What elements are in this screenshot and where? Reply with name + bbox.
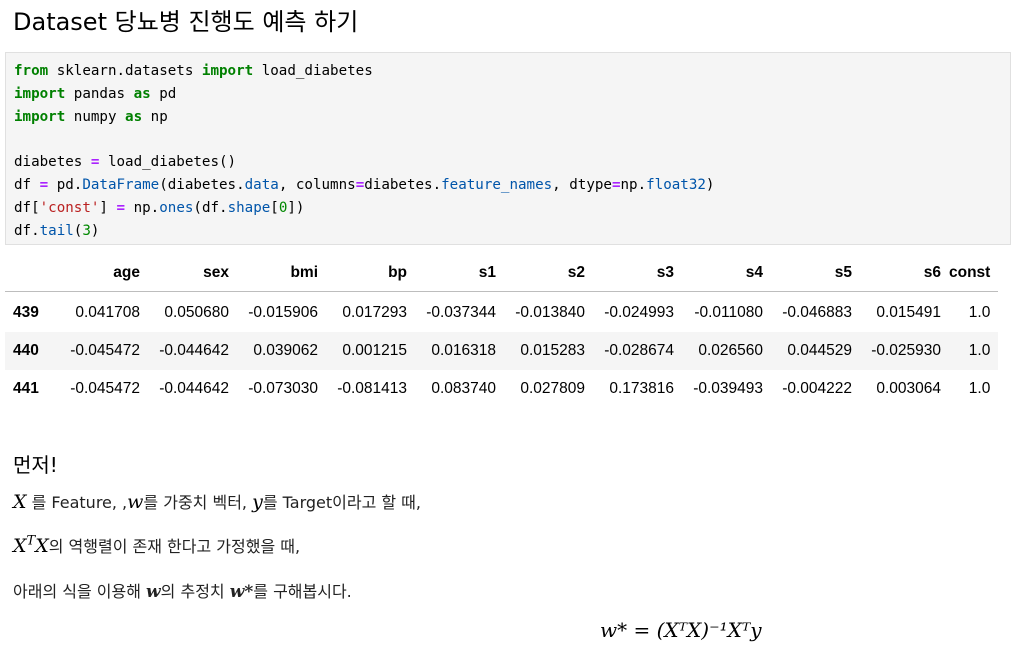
code-line: df['const'] = np.ones(df.shape[0]) [14,199,305,216]
table-cell: -0.081413 [337,380,407,397]
table-header-row: age sex bmi bp s1 s2 s3 s4 s5 s6 const [5,254,999,292]
row-index: 440 [13,342,39,359]
table-row: 440 -0.045472 -0.044642 0.039062 0.00121… [5,332,999,370]
table-cell: 0.173816 [609,380,674,397]
table-cell: 0.083740 [431,380,496,397]
table-cell: 0.050680 [164,304,229,321]
table-cell: 1.0 [968,342,991,359]
table-cell: 0.027809 [520,380,585,397]
table-cell: -0.044642 [159,342,229,359]
table-cell: 0.015283 [520,342,585,359]
text-span: 를 Target이라고 할 때, [262,493,421,512]
column-header: s1 [415,254,504,292]
markdown-line: XTX의 역행렬이 존재 한다고 가정했을 때, [13,533,300,557]
column-header: const [949,254,999,292]
table-cell: 0.017293 [342,304,407,321]
text-span: 의 역행렬이 존재 한다고 가정했을 때, [48,537,301,556]
math-x: X [35,535,49,557]
table-cell: 0.015491 [876,304,941,321]
index-header [5,254,58,292]
text-span: 를 Feature, , [26,493,128,512]
table-cell: -0.025930 [871,342,941,359]
table-cell: 0.039062 [253,342,318,359]
column-header: bp [326,254,415,292]
column-header: age [58,254,148,292]
math-wstar: w* [230,582,254,602]
math-w: w [146,582,161,602]
table-cell: -0.044642 [159,380,229,397]
math-star: * [244,582,254,602]
table-cell: -0.073030 [248,380,318,397]
math-y: y [252,491,263,513]
table-cell: -0.037344 [426,304,496,321]
table-cell: -0.011080 [694,304,763,321]
code-line: import pandas as pd [14,85,177,102]
row-index: 439 [13,304,39,321]
table-cell: 0.001215 [342,342,407,359]
markdown-title: 먼저! [13,453,58,477]
table-cell: -0.045472 [70,342,140,359]
math-w: w [229,582,245,602]
math-x: X [13,535,27,557]
table-cell: 0.044529 [787,342,852,359]
math-sup: T [26,533,36,549]
dataframe-output: age sex bmi bp s1 s2 s3 s4 s5 s6 const 4… [5,254,999,408]
text-span: 의 추정치 [160,582,230,601]
text-span: 아래의 식을 이용해 [13,582,147,601]
table-cell: -0.046883 [782,304,852,321]
table-cell: 1.0 [968,304,991,321]
markdown-line: X 를 Feature, ,w를 가중치 벡터, y를 Target이라고 할 … [13,489,421,513]
column-header: s3 [593,254,682,292]
table-cell: 0.016318 [431,342,496,359]
table-cell: -0.039493 [693,380,763,397]
text-span: 를 가중치 벡터, [143,493,253,512]
table-cell: 0.041708 [75,304,140,321]
code-cell[interactable]: from sklearn.datasets import load_diabet… [5,52,1011,245]
table-cell: -0.045472 [70,380,140,397]
column-header: bmi [237,254,326,292]
table-cell: 0.003064 [876,380,941,397]
column-header: s6 [860,254,949,292]
table-cell: -0.024993 [604,304,674,321]
math-xt: XTX [13,533,49,557]
code-line: df = pd.DataFrame(diabetes.data, columns… [14,176,715,193]
table-row: 439 0.041708 0.050680 -0.015906 0.017293… [5,291,999,332]
table-row: 441 -0.045472 -0.044642 -0.073030 -0.081… [5,370,999,408]
text-span: 를 구해봅시다. [253,582,352,601]
markdown-line: 아래의 식을 이용해 w의 추정치 w*를 구해봅시다. [13,578,352,602]
code-line: diabetes = load_diabetes() [14,154,237,171]
code-line: from sklearn.datasets import load_diabet… [14,63,373,79]
column-header: sex [148,254,237,292]
table-cell: 0.026560 [698,342,763,359]
column-header: s4 [682,254,771,292]
table-cell: -0.004222 [782,380,852,397]
page-heading: Dataset 당뇨병 진행도 예측 하기 [13,8,359,36]
code-line: df.tail(3) [14,222,100,239]
formula: w* = (XᵀX)⁻¹Xᵀy [600,618,762,642]
table-cell: -0.013840 [515,304,585,321]
column-header: s5 [771,254,860,292]
row-index: 441 [13,380,39,397]
table-cell: 1.0 [968,380,991,397]
table-cell: -0.028674 [604,342,674,359]
column-header: s2 [504,254,593,292]
math-x: X [13,491,27,513]
math-w: w [127,491,144,513]
code-line: import numpy as np [14,108,168,125]
table-cell: -0.015906 [248,304,318,321]
